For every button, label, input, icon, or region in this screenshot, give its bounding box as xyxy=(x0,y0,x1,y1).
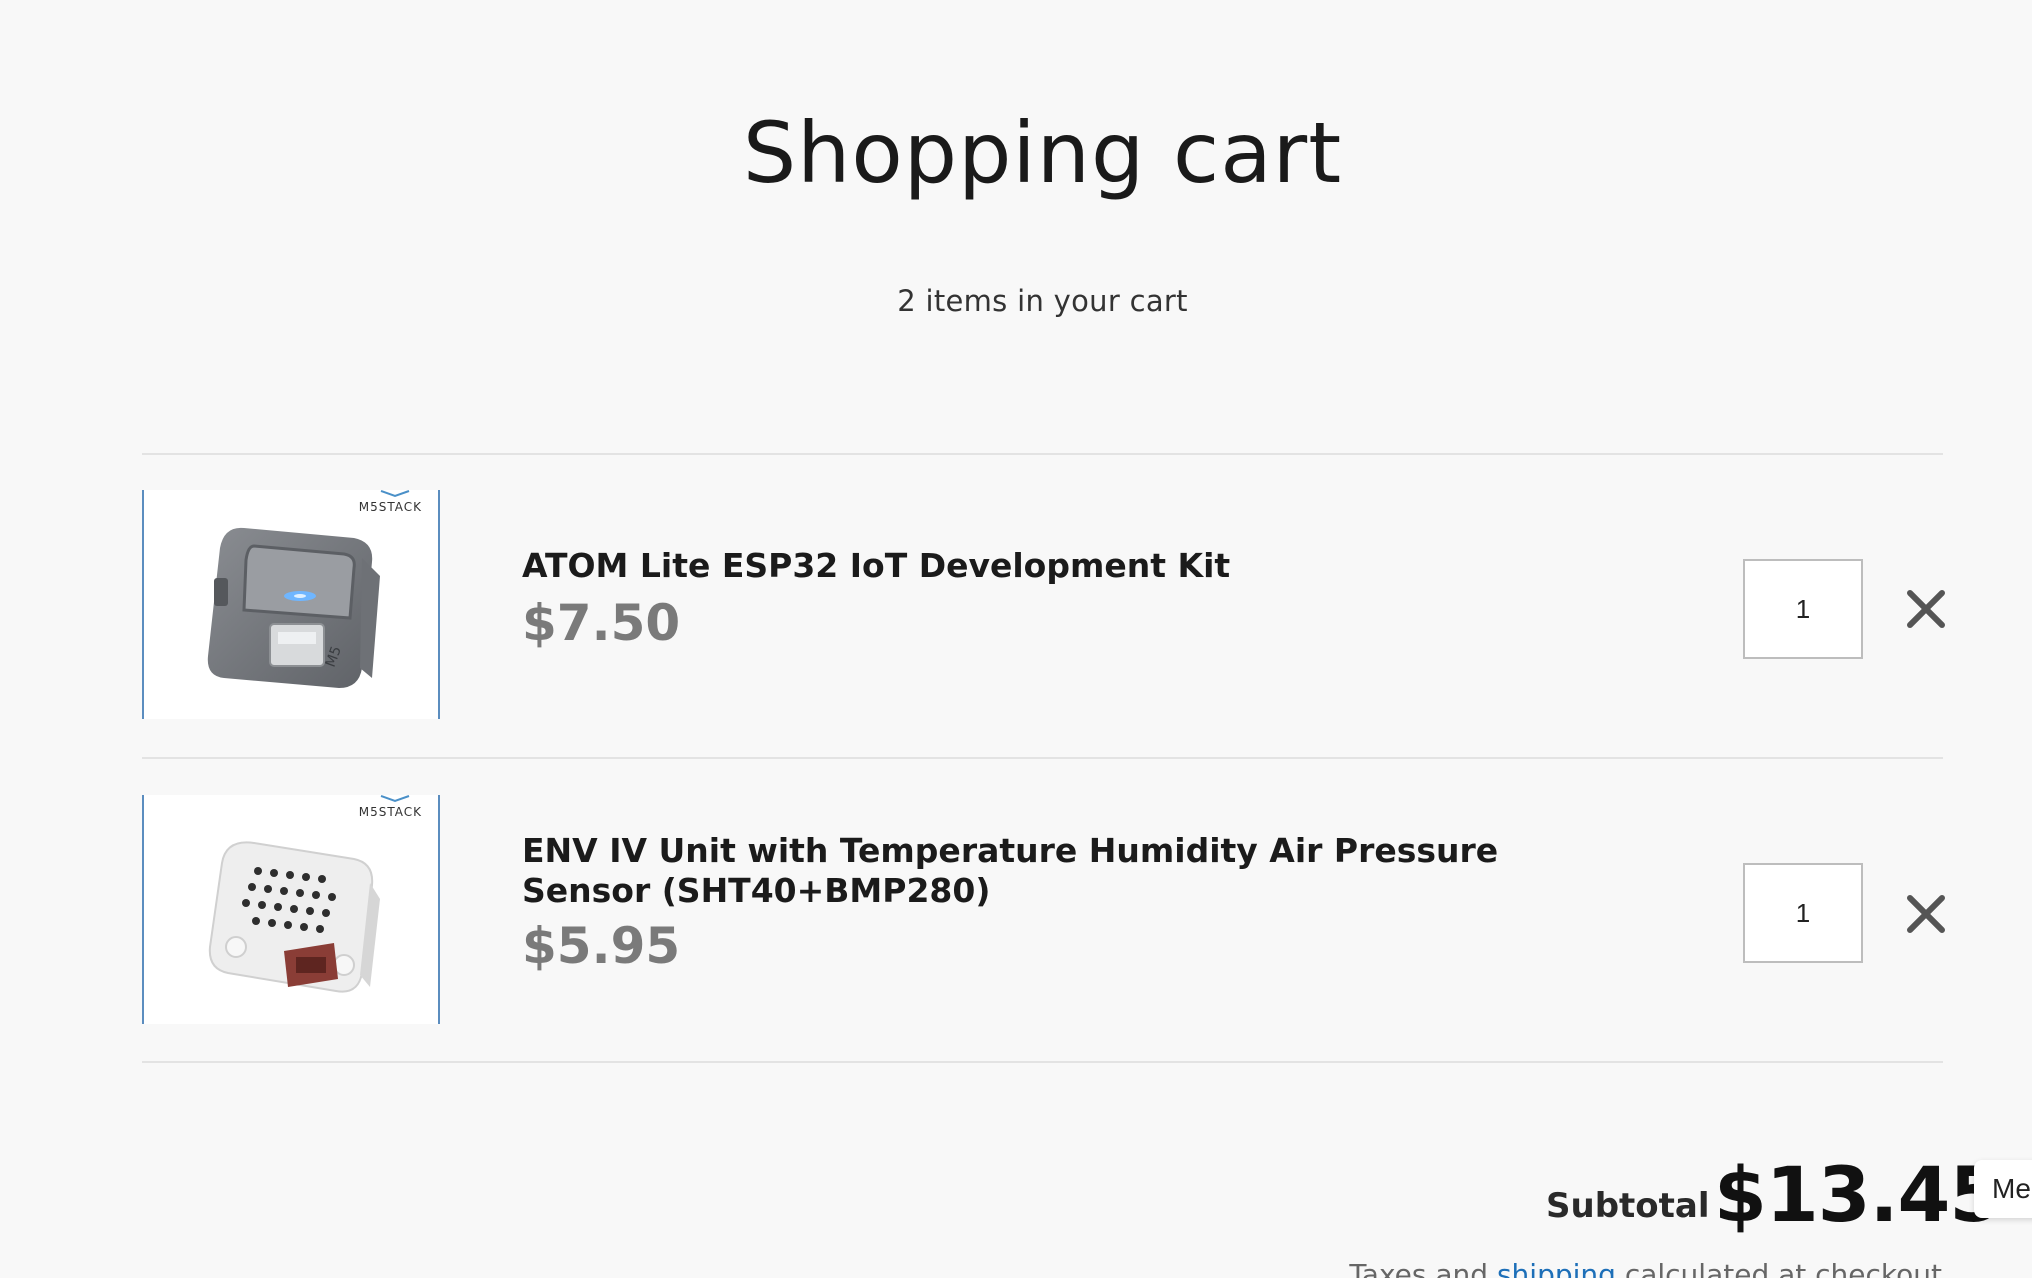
cart-page: Shopping cart 2 items in your cart M5STA… xyxy=(0,0,2032,1278)
brand-label: M5STACK xyxy=(358,500,422,514)
subtotal-label: Subtotal xyxy=(1546,1186,1710,1226)
page-title: Shopping cart xyxy=(742,104,1343,202)
close-icon xyxy=(1907,895,1945,933)
quantity-input[interactable] xyxy=(1743,559,1863,659)
tax-note: Taxes and shipping calculated at checkou… xyxy=(1349,1258,1942,1278)
product-image[interactable]: M5STACK xyxy=(142,795,440,1024)
cart-item: M5STACK ENV IV Unit with Temperature Hum… xyxy=(142,795,1945,1025)
tax-note-suffix: calculated at checkout xyxy=(1624,1258,1942,1278)
close-icon xyxy=(1907,590,1945,628)
divider xyxy=(142,757,1943,759)
product-title[interactable]: ENV IV Unit with Temperature Humidity Ai… xyxy=(522,831,1622,911)
brand-label: M5STACK xyxy=(358,805,422,819)
remove-item-button[interactable] xyxy=(1904,892,1948,936)
tax-note-prefix: Taxes and xyxy=(1349,1258,1489,1278)
brand-logo-icon xyxy=(380,490,410,498)
divider xyxy=(142,453,1943,455)
side-chat-tab[interactable]: Me xyxy=(1974,1160,2032,1218)
cart-item-count: 2 items in your cart xyxy=(897,284,1188,318)
atom-lite-device-icon: M5 xyxy=(207,527,380,688)
brand-logo-icon xyxy=(380,795,410,803)
divider xyxy=(142,1061,1943,1063)
product-price: $7.50 xyxy=(522,594,681,652)
quantity-input[interactable] xyxy=(1743,863,1863,963)
subtotal-value: $13.45 xyxy=(1714,1150,2002,1239)
cart-item: M5STACK M5 ATOM Lite ESP32 IoT Developme… xyxy=(142,490,1945,720)
env-sensor-device-icon xyxy=(208,841,380,993)
remove-item-button[interactable] xyxy=(1904,587,1948,631)
product-price: $5.95 xyxy=(522,917,681,975)
product-image[interactable]: M5STACK M5 xyxy=(142,490,440,719)
shipping-link[interactable]: shipping xyxy=(1497,1258,1616,1278)
product-title[interactable]: ATOM Lite ESP32 IoT Development Kit xyxy=(522,546,1622,586)
